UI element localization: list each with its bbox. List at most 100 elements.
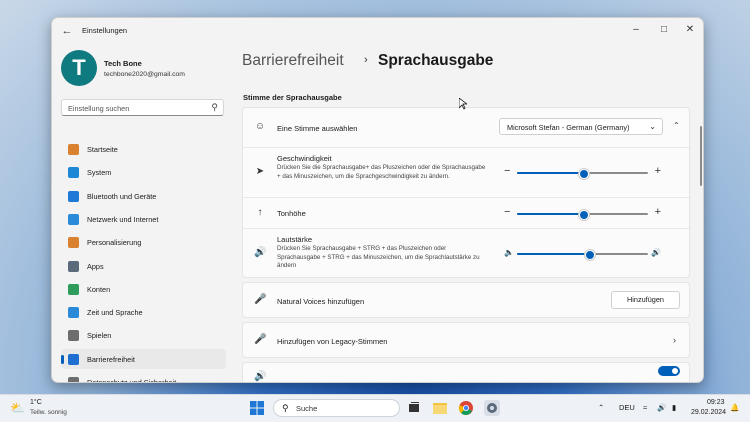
add-natural-voices-button[interactable]: Hinzufügen [611, 291, 680, 309]
close-icon[interactable]: ✕ [680, 22, 700, 38]
voice-settings-card: ☺ Eine Stimme auswählen Microsoft Stefan… [242, 107, 691, 278]
speed-slider[interactable]: − + [504, 165, 661, 179]
volume-track [517, 250, 648, 260]
gamepad-icon [68, 330, 79, 342]
taskbar-search[interactable]: ⚲ Suche [273, 399, 400, 417]
natural-voices-label: Natural Voices hinzufügen [277, 297, 365, 306]
weather-condition[interactable]: Teilw. sonnig [30, 409, 67, 416]
arrow-up-icon: ↑ [257, 207, 263, 218]
sidebar-item-label: Personalisierung [87, 238, 142, 248]
speed-row: ➤ Geschwindigkeit Drücken Sie die Sprach… [243, 148, 691, 197]
speed-fill [517, 172, 583, 174]
window-title: Einstellungen [82, 26, 128, 35]
pitch-slider[interactable]: − + [504, 206, 661, 220]
search-icon: ⚲ [211, 102, 218, 112]
sidebar-item-label: System [87, 168, 112, 178]
search-input[interactable]: Einstellung suchen ⚲ [61, 99, 224, 116]
speaker-icon: 🔊 [254, 247, 267, 258]
speed-thumb[interactable] [578, 169, 589, 179]
microphone-icon: 🎤 [254, 294, 267, 305]
toggle-switch[interactable] [658, 366, 680, 376]
weather-temperature[interactable]: 1°C [30, 399, 42, 406]
volume-row: 🔊 Lautstärke Drücken Sie Sprachausgabe +… [243, 229, 691, 278]
volume-icon[interactable]: 🔊 [657, 403, 666, 412]
clock-date[interactable]: 29.02.2024 [691, 409, 726, 416]
volume-slider[interactable]: 🔈 🔊 [504, 248, 661, 260]
chevron-up-icon[interactable]: ⌃ [673, 121, 680, 130]
sidebar-item-system[interactable]: System [61, 162, 226, 182]
sidebar-item-konten[interactable]: Konten [61, 279, 226, 299]
sidebar-item-label: Netzwerk und Internet [87, 214, 159, 224]
pitch-track [517, 210, 648, 220]
sidebar-item-netzwerk-und-internet[interactable]: Netzwerk und Internet [61, 209, 226, 229]
voice-dropdown[interactable]: Microsoft Stefan - German (Germany) ⌄ [499, 118, 663, 135]
speaker-mute-icon: 🔈 [504, 248, 514, 257]
search-placeholder: Einstellung suchen [68, 104, 130, 113]
main-content: Barrierefreiheit › Sprachausgabe Stimme … [242, 46, 702, 382]
chrome-icon[interactable] [458, 400, 474, 416]
start-windows-icon[interactable] [249, 400, 265, 416]
breadcrumb-parent[interactable]: Barrierefreiheit [242, 52, 344, 70]
sidebar-item-label: Apps [87, 261, 104, 271]
voice-label: Eine Stimme auswählen [277, 124, 358, 133]
brush-icon [68, 237, 79, 249]
notification-bell-icon[interactable]: 🔔 [730, 403, 739, 412]
globe-icon [68, 307, 79, 319]
sidebar-item-label: Barrierefreiheit [87, 354, 135, 364]
scrollbar[interactable] [700, 126, 702, 186]
title-bar: ← Einstellungen – □ ✕ [52, 18, 703, 46]
chevron-down-icon: ⌄ [649, 122, 656, 131]
wifi-icon[interactable]: ≈ [643, 403, 647, 412]
plus-icon: + [654, 165, 661, 177]
language-indicator[interactable]: DEU [619, 403, 635, 412]
sidebar-item-label: Konten [87, 284, 111, 294]
avatar[interactable]: T [61, 50, 97, 86]
wifi-icon [68, 213, 79, 225]
pitch-label: Tonhöhe [277, 209, 306, 218]
bluetooth-icon [68, 190, 79, 202]
chevron-right-icon: › [673, 335, 676, 345]
speed-label: Geschwindigkeit [277, 154, 332, 163]
sidebar-item-apps[interactable]: Apps [61, 256, 226, 276]
sidebar: T Tech Bone techbone2020@gmail.com Einst… [52, 46, 232, 382]
file-explorer-icon[interactable] [432, 400, 448, 416]
battery-icon[interactable]: ▮ [672, 403, 676, 412]
volume-description: Drücken Sie Sprachausgabe + STRG + das P… [277, 245, 480, 269]
pitch-fill [517, 213, 583, 215]
taskbar-search-label: Suche [296, 404, 318, 413]
sidebar-item-label: Zeit und Sprache [87, 308, 143, 318]
sidebar-item-barrierefreiheit[interactable]: Barrierefreiheit [61, 348, 226, 369]
sidebar-item-bluetooth-und-geräte[interactable]: Bluetooth und Geräte [61, 186, 226, 206]
sidebar-item-zeit-und-sprache[interactable]: Zeit und Sprache [61, 302, 226, 322]
task-view-icon[interactable] [406, 400, 422, 416]
microphone-icon: 🎤 [254, 334, 267, 345]
back-arrow-icon[interactable]: ← [60, 24, 74, 38]
settings-window: ← Einstellungen – □ ✕ T Tech Bone techbo… [51, 17, 704, 383]
pitch-thumb[interactable] [578, 210, 589, 220]
settings-gear-icon[interactable] [484, 400, 500, 416]
volume-thumb[interactable] [585, 250, 596, 260]
user-email: techbone2020@gmail.com [104, 71, 185, 78]
natural-voices-card: 🎤 Natural Voices hinzufügen Hinzufügen [242, 282, 690, 318]
legacy-voices-card[interactable]: 🎤 Hinzufügen von Legacy-Stimmen › [242, 322, 690, 358]
home-icon [68, 144, 79, 155]
speed-icon: ➤ [255, 166, 265, 177]
sidebar-item-spielen[interactable]: Spielen [61, 325, 226, 345]
maximize-icon[interactable]: □ [654, 22, 674, 38]
apps-icon [68, 260, 79, 272]
minimize-icon[interactable]: – [626, 22, 646, 38]
voice-select-row[interactable]: ☺ Eine Stimme auswählen Microsoft Stefan… [243, 108, 691, 147]
sidebar-item-personalisierung[interactable]: Personalisierung [61, 232, 226, 252]
clock-time[interactable]: 09:23 [707, 399, 725, 406]
plus-icon: + [654, 206, 661, 218]
person-voice-icon: ☺ [254, 121, 266, 132]
weather-sun-cloud-icon[interactable]: ⛅ [10, 401, 25, 415]
sidebar-item-startseite[interactable]: Startseite [61, 139, 226, 159]
sidebar-item-datenschutz-und-sicherheit[interactable]: Datenschutz und Sicherheit [61, 372, 226, 382]
speed-description: Drücken Sie die Sprachausgabe+ das Plusz… [277, 164, 486, 180]
chevron-up-icon[interactable]: ⌃ [598, 403, 604, 412]
taskbar: ⛅ 1°C Teilw. sonnig ⚲ Suche ⌃ DEU ≈ 🔊 ▮ … [0, 394, 750, 422]
speed-track [517, 169, 648, 179]
voice-selected: Microsoft Stefan - German (Germany) [507, 123, 630, 132]
legacy-voices-label: Hinzufügen von Legacy-Stimmen [277, 337, 388, 346]
